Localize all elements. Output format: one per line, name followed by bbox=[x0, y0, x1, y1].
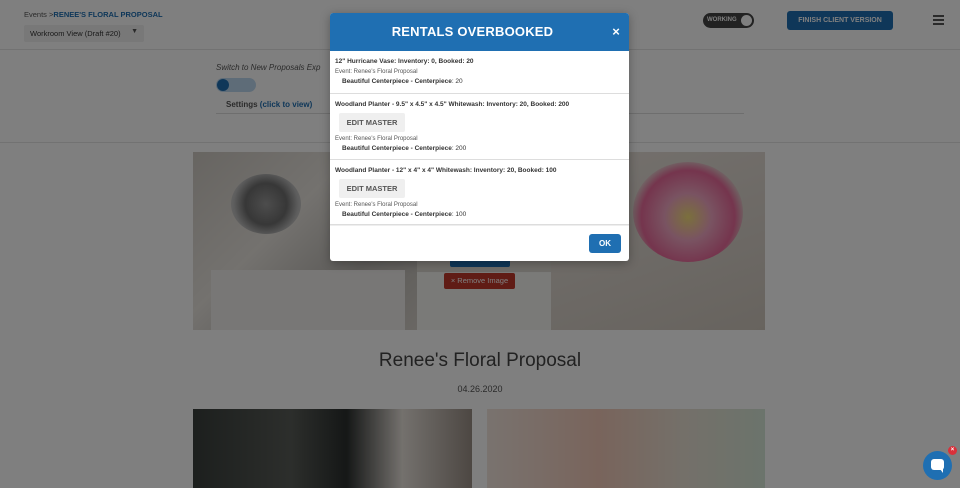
modal-header: RENTALS OVERBOOKED × bbox=[330, 13, 629, 51]
item-booking-qty: : 100 bbox=[451, 211, 467, 218]
close-icon[interactable]: × bbox=[610, 25, 622, 38]
item-booking-line: Beautiful Centerpiece - Centerpiece: 20 bbox=[342, 78, 463, 85]
modal-body: 12" Hurricane Vase: Inventory: 0, Booked… bbox=[330, 51, 629, 225]
overbooked-item: 12" Hurricane Vase: Inventory: 0, Booked… bbox=[330, 51, 629, 94]
edit-master-button[interactable]: EDIT MASTER bbox=[339, 179, 405, 198]
item-booking-qty: : 20 bbox=[451, 78, 463, 85]
item-booking-name: Beautiful Centerpiece - Centerpiece bbox=[342, 78, 452, 85]
rentals-overbooked-modal: RENTALS OVERBOOKED × 12" Hurricane Vase:… bbox=[330, 13, 629, 261]
ok-button[interactable]: OK bbox=[589, 234, 621, 253]
item-event: Event: Renee's Floral Proposal bbox=[335, 202, 418, 208]
edit-master-button[interactable]: EDIT MASTER bbox=[339, 113, 405, 132]
chat-close-badge[interactable]: × bbox=[948, 446, 957, 455]
item-event: Event: Renee's Floral Proposal bbox=[335, 69, 418, 75]
item-title: Woodland Planter - 9.5" x 4.5" x 4.5" Wh… bbox=[335, 101, 570, 108]
modal-footer: OK bbox=[330, 225, 629, 261]
item-booking-name: Beautiful Centerpiece - Centerpiece bbox=[342, 145, 452, 152]
modal-title: RENTALS OVERBOOKED bbox=[391, 24, 554, 39]
item-event: Event: Renee's Floral Proposal bbox=[335, 136, 418, 142]
item-title: Woodland Planter - 12" x 4" x 4" Whitewa… bbox=[335, 167, 557, 174]
overbooked-item: Woodland Planter - 9.5" x 4.5" x 4.5" Wh… bbox=[330, 94, 629, 160]
item-booking-name: Beautiful Centerpiece - Centerpiece bbox=[342, 211, 452, 218]
chat-widget-button[interactable] bbox=[923, 451, 952, 480]
item-booking-line: Beautiful Centerpiece - Centerpiece: 100 bbox=[342, 211, 466, 218]
overbooked-item: Woodland Planter - 12" x 4" x 4" Whitewa… bbox=[330, 160, 629, 225]
chat-bubble-icon bbox=[931, 459, 944, 473]
item-booking-qty: : 200 bbox=[451, 145, 467, 152]
item-title: 12" Hurricane Vase: Inventory: 0, Booked… bbox=[335, 58, 474, 65]
item-booking-line: Beautiful Centerpiece - Centerpiece: 200 bbox=[342, 145, 466, 152]
